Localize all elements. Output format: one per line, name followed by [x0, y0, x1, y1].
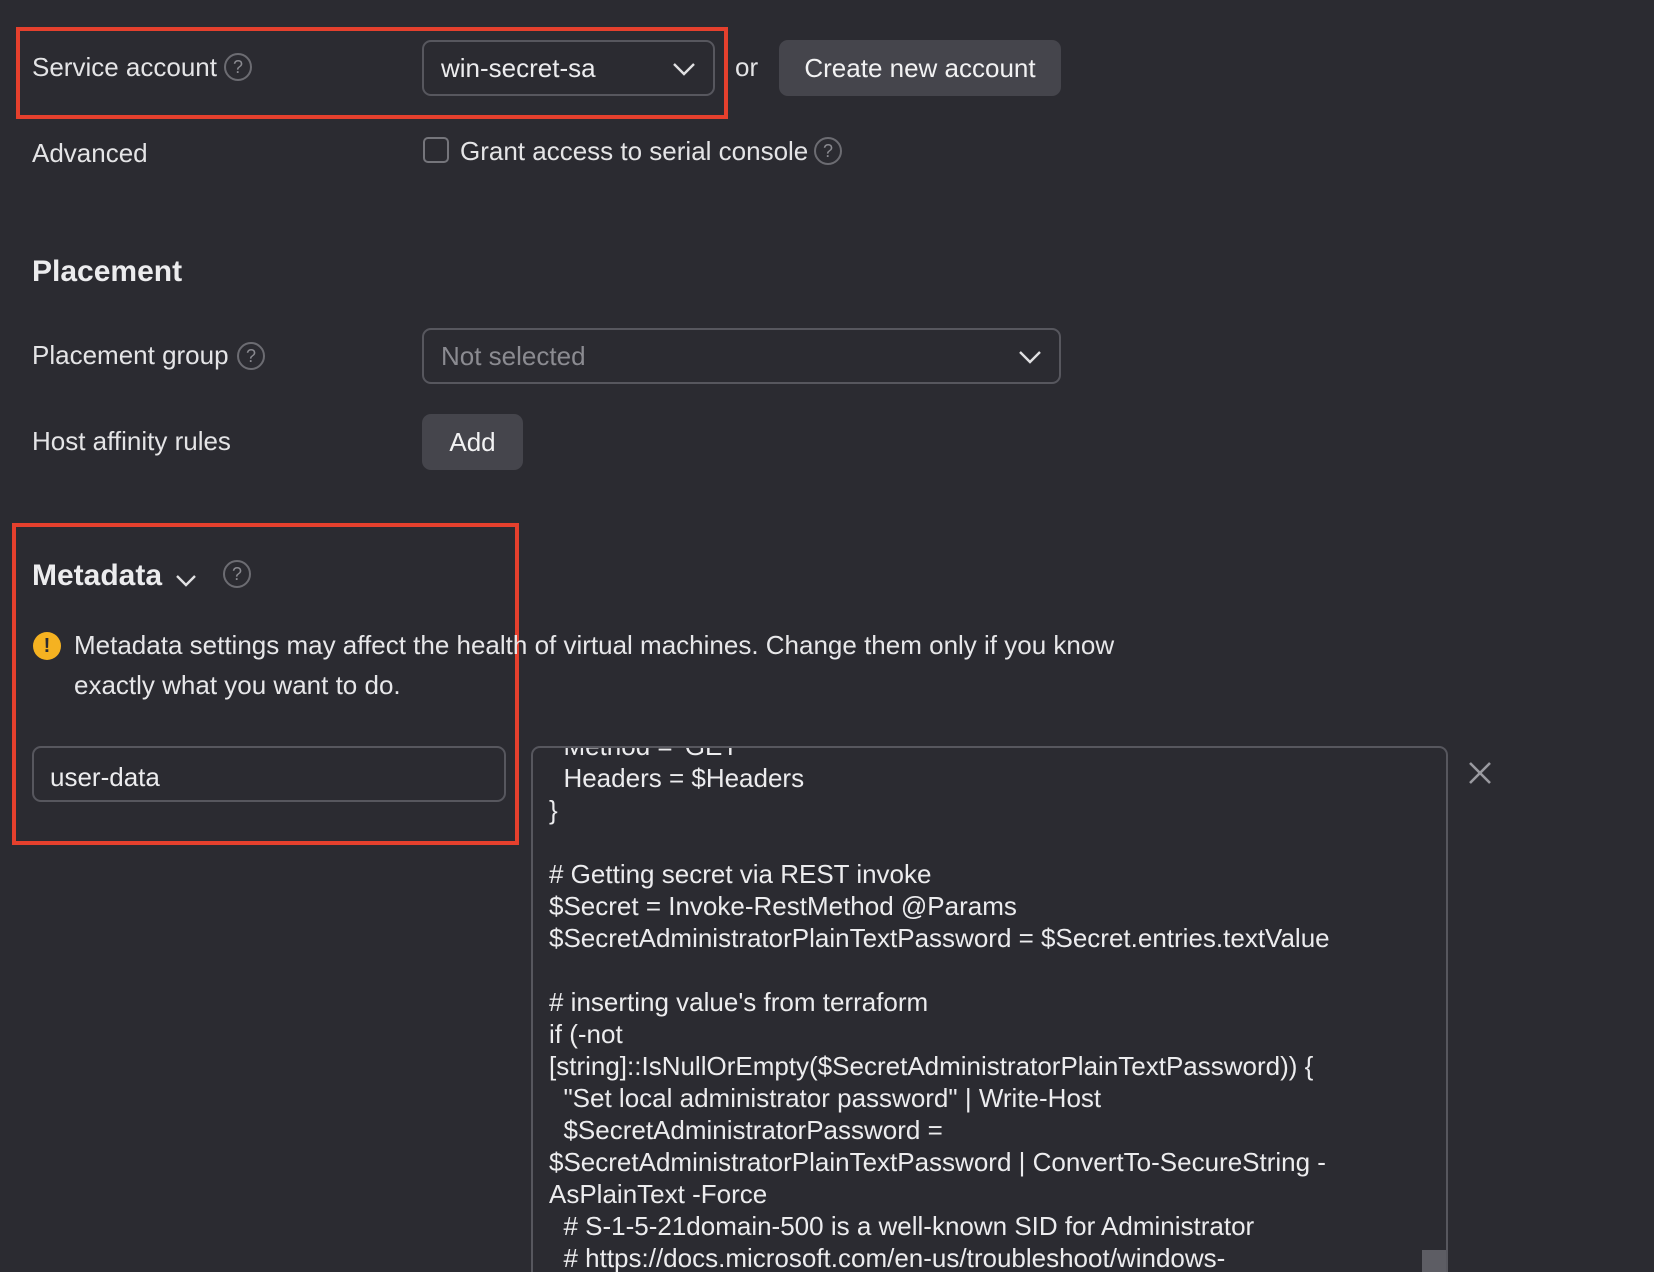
warning-icon: !	[33, 632, 61, 660]
metadata-key-input[interactable]: user-data	[32, 746, 506, 802]
placement-section-title: Placement	[32, 255, 183, 288]
service-account-label: Service account	[32, 52, 217, 82]
placement-group-label: Placement group	[32, 340, 229, 370]
or-text: or	[735, 52, 759, 82]
serial-console-help-icon[interactable]: ?	[814, 137, 842, 165]
close-icon[interactable]	[1467, 760, 1493, 786]
advanced-label: Advanced	[32, 138, 148, 168]
service-account-help-icon[interactable]: ?	[224, 53, 252, 81]
serial-console-label[interactable]: Grant access to serial console	[460, 138, 808, 164]
code-line: }	[549, 795, 558, 825]
metadata-key-value: user-data	[50, 762, 160, 792]
placement-group-value: Not selected	[441, 341, 586, 371]
code-line: if (-not	[549, 1019, 623, 1049]
code-line: $SecretAdministratorPassword =	[549, 1115, 943, 1145]
code-line: # Getting secret via REST invoke	[549, 859, 932, 889]
service-account-selected-value: win-secret-sa	[441, 53, 596, 83]
placement-group-select[interactable]: Not selected	[422, 328, 1061, 384]
metadata-help-icon[interactable]: ?	[223, 560, 251, 588]
code-line: # inserting value's from terraform	[549, 987, 929, 1017]
code-line: $SecretAdministratorPlainTextPassword = …	[549, 923, 1330, 953]
code-line: # S-1-5-21domain-500 is a well-known SID…	[549, 1211, 1255, 1241]
warning-text-line2: exactly what you want to do.	[74, 670, 401, 700]
create-new-account-button[interactable]: Create new account	[779, 40, 1061, 96]
placement-group-help-icon[interactable]: ?	[237, 342, 265, 370]
host-affinity-label: Host affinity rules	[32, 426, 231, 456]
code-line: # https://docs.microsoft.com/en-us/troub…	[549, 1243, 1226, 1272]
metadata-value-textarea[interactable]: Method = 'GET' Headers = $Headers} # Gett…	[531, 746, 1448, 1272]
service-account-select[interactable]: win-secret-sa	[422, 40, 715, 96]
add-affinity-rule-button[interactable]: Add	[422, 414, 523, 470]
code-line: AsPlainText -Force	[549, 1179, 768, 1209]
code-line: "Set local administrator password" | Wri…	[549, 1083, 1102, 1113]
code-line: Headers = $Headers	[549, 763, 805, 793]
chevron-down-icon[interactable]	[175, 571, 197, 589]
chevron-down-icon	[1019, 351, 1041, 364]
code-line: $SecretAdministratorPlainTextPassword | …	[549, 1147, 1326, 1177]
metadata-section-title[interactable]: Metadata	[32, 559, 162, 593]
code-line: [string]::IsNullOrEmpty($SecretAdministr…	[549, 1051, 1314, 1081]
code-line: Method = 'GET'	[549, 746, 744, 761]
code-line: $Secret = Invoke-RestMethod @Params	[549, 891, 1017, 921]
warning-text-line1: Metadata settings may affect the health …	[74, 630, 1115, 660]
chevron-down-icon	[673, 63, 695, 76]
scrollbar-thumb[interactable]	[1422, 1250, 1446, 1272]
serial-console-checkbox[interactable]	[423, 137, 449, 163]
